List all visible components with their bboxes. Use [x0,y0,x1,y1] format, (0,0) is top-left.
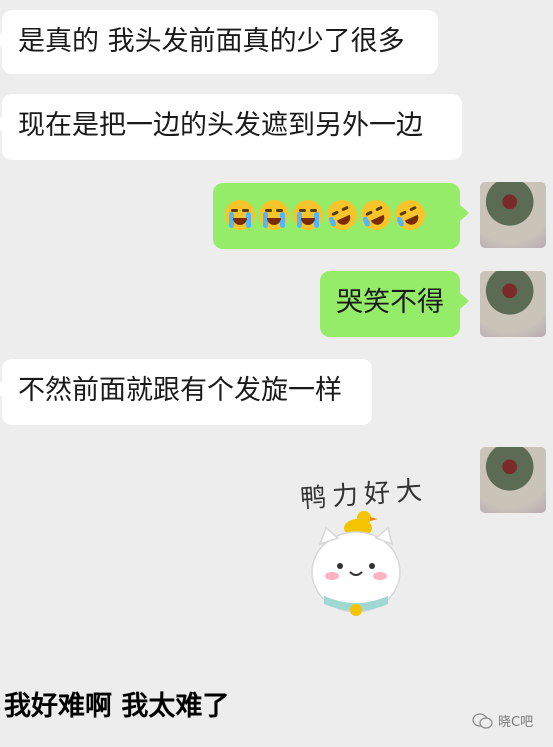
incoming-message-bubble[interactable]: 现在是把一边的头发遮到另外一边 [0,94,462,160]
loudly-crying-face-icon [293,200,323,230]
avatar[interactable] [480,447,546,513]
rolling-laughing-face-icon [356,195,396,235]
message-text: 是真的 我头发前面真的少了很多 [18,26,405,57]
avatar[interactable] [480,182,546,248]
message-text: 不然前面就跟有个发旋一样 [18,375,342,406]
message-text: 现在是把一边的头发遮到另外一边 [18,110,423,141]
emoji-row [225,195,448,235]
watermark-text: 晓C吧 [498,715,534,730]
wechat-logo-icon [472,712,493,729]
rolling-laughing-face-icon [322,195,362,235]
incoming-message-bubble[interactable]: 是真的 我头发前面真的少了很多 [0,10,438,74]
avatar[interactable] [480,271,546,337]
rolling-laughing-face-icon [390,195,430,235]
sticker-message[interactable]: 鸭力好大 [290,470,450,630]
loudly-crying-face-icon [225,200,255,230]
watermark: 晓C吧 [472,711,533,730]
incoming-message-bubble[interactable]: 不然前面就跟有个发旋一样 [0,359,372,425]
loudly-crying-face-icon [259,200,289,230]
outgoing-message-bubble[interactable]: 哭笑不得 [320,271,469,337]
cat-sticker-icon [311,511,401,616]
outgoing-message-bubble[interactable] [213,183,469,249]
caption-text: 我好难啊 我太难了 [4,691,230,722]
message-text: 哭笑不得 [336,287,444,318]
